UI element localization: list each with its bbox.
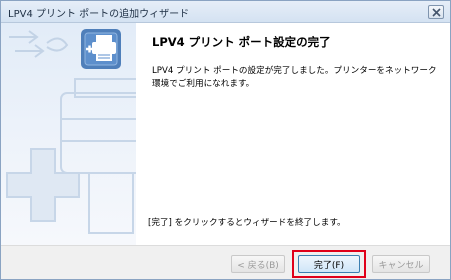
- printer-outline: [60, 78, 136, 234]
- completion-message: LPV4 プリント ポートの設定が完了しました。プリンターをネットワーク環境でご…: [152, 66, 437, 89]
- banner-graphic: [6, 29, 136, 234]
- finish-button[interactable]: 完了(F): [298, 255, 360, 273]
- button-bar: < 戻る(B) 完了(F) キャンセル: [1, 245, 450, 279]
- page-title: LPV4 プリント ポート設定の完了: [152, 35, 331, 49]
- network-printer-icon: [81, 29, 121, 69]
- window-title: LPV4 プリント ポートの追加ウィザード: [8, 9, 190, 20]
- back-button[interactable]: < 戻る(B): [231, 255, 285, 273]
- close-button[interactable]: [428, 5, 444, 19]
- wizard-banner: [1, 23, 136, 245]
- title-bar[interactable]: LPV4 プリント ポートの追加ウィザード: [1, 1, 450, 23]
- wizard-window: LPV4 プリント ポートの追加ウィザード LPV4 プリント ポート設定の完了…: [0, 0, 451, 280]
- plus-decoration: [6, 148, 80, 222]
- close-icon: [432, 8, 441, 17]
- content-panel: LPV4 プリント ポート設定の完了 LPV4 プリント ポートの設定が完了しま…: [136, 23, 450, 245]
- cancel-button[interactable]: キャンセル: [372, 255, 430, 273]
- arrows-decoration: [9, 30, 69, 58]
- finish-instruction: [完了] をクリックするとウィザードを終了します。: [148, 218, 346, 228]
